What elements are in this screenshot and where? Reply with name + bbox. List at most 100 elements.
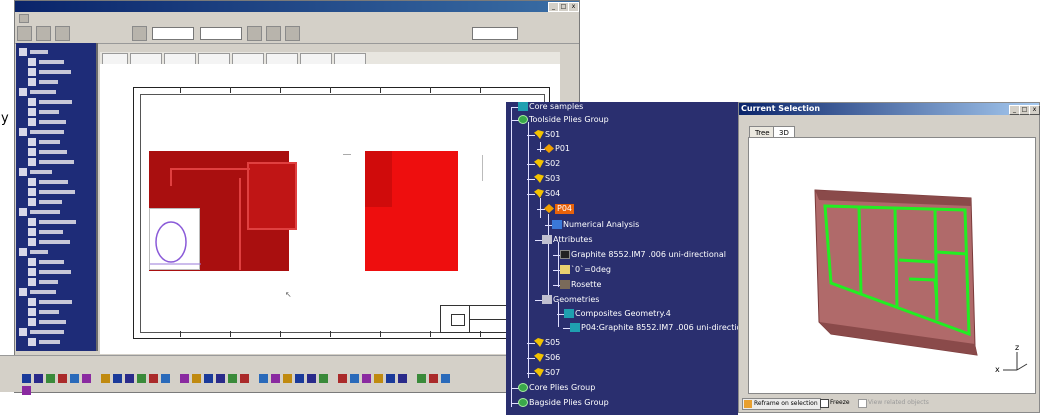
toolbar-icon[interactable]	[34, 374, 43, 383]
tree-node-material[interactable]: Graphite 8552.IM7 .006 uni-directional	[571, 250, 726, 260]
toolbar-icon[interactable]	[216, 374, 225, 383]
pen-icon[interactable]	[132, 26, 147, 41]
tree-node-geometries[interactable]: Geometries	[553, 295, 599, 305]
toolbar-icon[interactable]	[374, 374, 383, 383]
tree-node-sequence-s06[interactable]: S06	[545, 353, 560, 363]
drawing-tree-item[interactable]	[19, 87, 79, 97]
linetype-select[interactable]	[152, 27, 194, 40]
toolbar-icon[interactable]	[429, 374, 438, 383]
drawing-tree-item[interactable]	[19, 287, 79, 297]
tree-node-ply-p04[interactable]: P04	[555, 204, 575, 214]
layer-select[interactable]	[200, 27, 242, 40]
tree-node-composites-geometry[interactable]: Composites Geometry.4	[575, 309, 671, 319]
toolbar-icon[interactable]	[295, 374, 304, 383]
tree-node-rosette[interactable]: Rosette	[571, 280, 601, 290]
tree-node-core-samples[interactable]: Core samples	[529, 102, 583, 112]
drawing-tree-item[interactable]	[28, 317, 88, 327]
drawing-tree-item[interactable]	[28, 107, 88, 117]
drawing-tree-item[interactable]	[28, 77, 88, 87]
style-icon[interactable]	[285, 26, 300, 41]
tree-node-bagside-plies-group[interactable]: Bagside Plies Group	[529, 398, 609, 408]
tree-node-sequence-s02[interactable]: S02	[545, 159, 560, 169]
format-icon[interactable]	[247, 26, 262, 41]
drawing-tree-item[interactable]	[28, 147, 88, 157]
menu-icon[interactable]	[19, 14, 29, 23]
drawing-tree-item[interactable]	[28, 97, 88, 107]
drawing-tree-item[interactable]	[28, 217, 88, 227]
tree-node-numerical-analysis[interactable]: Numerical Analysis	[563, 220, 639, 230]
drawing-tree-item[interactable]	[28, 297, 88, 307]
drawing-tree-item[interactable]	[28, 197, 88, 207]
tree-node-sequence-s07[interactable]: S07	[545, 368, 560, 378]
toolbar-icon[interactable]	[82, 374, 91, 383]
drawing-tree-item[interactable]	[28, 137, 88, 147]
toolbar-icon[interactable]	[149, 374, 158, 383]
tree-node-sequence-s01[interactable]: S01	[545, 130, 560, 140]
specification-tree[interactable]: Core samples Toolside Plies Group S01 P01 S0…	[506, 102, 738, 415]
drawing-tree-item[interactable]	[28, 237, 88, 247]
drawing-tree-item[interactable]	[28, 257, 88, 267]
scale-select[interactable]	[472, 27, 518, 40]
drawing-tree-item[interactable]	[28, 117, 88, 127]
toolbar-icon[interactable]	[283, 374, 292, 383]
new-icon[interactable]	[17, 26, 32, 41]
toolbar-icon[interactable]	[137, 374, 146, 383]
toolbar-icon[interactable]	[46, 374, 55, 383]
toolbar-icon[interactable]	[161, 374, 170, 383]
drawing-tree-item[interactable]	[28, 307, 88, 317]
toolbar-icon[interactable]	[362, 374, 371, 383]
drawing-tree-item[interactable]	[19, 47, 79, 57]
3d-viewer[interactable]: z x	[748, 137, 1036, 394]
toolbar-icon[interactable]	[319, 374, 328, 383]
drawing-tree-item[interactable]	[28, 277, 88, 287]
tree-node-sequence-s05[interactable]: S05	[545, 338, 560, 348]
drawing-tree-item[interactable]	[19, 167, 79, 177]
toolbar-icon[interactable]	[338, 374, 347, 383]
drawing-tree-item[interactable]	[19, 207, 79, 217]
toolbar-icon[interactable]	[441, 374, 450, 383]
drawing-tree-item[interactable]	[28, 337, 88, 347]
align-icon[interactable]	[266, 26, 281, 41]
drawing-tree-item[interactable]	[28, 157, 88, 167]
view-related-checkbox[interactable]	[858, 399, 867, 408]
toolbar-icon[interactable]	[22, 386, 31, 395]
tree-node-attributes[interactable]: Attributes	[553, 235, 593, 245]
toolbar-icon[interactable]	[125, 374, 134, 383]
tree-node-core-plies-group[interactable]: Core Plies Group	[529, 383, 595, 393]
toolbar-icon[interactable]	[259, 374, 268, 383]
toolbar-icon[interactable]	[113, 374, 122, 383]
toolbar-icon[interactable]	[271, 374, 280, 383]
dialog-close-button[interactable]: x	[1029, 105, 1040, 115]
drawing-tree-item[interactable]	[28, 67, 88, 77]
toolbar-icon[interactable]	[386, 374, 395, 383]
drawing-tree-item[interactable]	[19, 327, 79, 337]
toolbar-icon[interactable]	[180, 374, 189, 383]
toolbar-icon[interactable]	[240, 374, 249, 383]
close-button[interactable]: x	[568, 2, 579, 12]
drawing-tree-item[interactable]	[28, 267, 88, 277]
drawing-tree-item[interactable]	[28, 227, 88, 237]
save-icon[interactable]	[55, 26, 70, 41]
toolbar-icon[interactable]	[70, 374, 79, 383]
toolbar-icon[interactable]	[350, 374, 359, 383]
drawing-tree-item[interactable]	[19, 127, 79, 137]
reframe-button[interactable]: Reframe on selection	[742, 398, 821, 410]
toolbar-icon[interactable]	[228, 374, 237, 383]
drawing-tree[interactable]	[16, 43, 98, 351]
open-icon[interactable]	[36, 26, 51, 41]
tree-node-ply-geometry[interactable]: P04:Graphite 8552.IM7 .006 uni-direction…	[581, 323, 738, 333]
tree-node-orientation[interactable]: `0`=0deg	[571, 265, 611, 275]
tree-node-toolside-plies-group[interactable]: Toolside Plies Group	[529, 115, 609, 125]
drawing-tree-item[interactable]	[19, 247, 79, 257]
drawing-tree-item[interactable]	[28, 57, 88, 67]
drawing-tree-item[interactable]	[28, 177, 88, 187]
toolbar-icon[interactable]	[417, 374, 426, 383]
freeze-checkbox[interactable]	[820, 399, 829, 408]
toolbar-icon[interactable]	[398, 374, 407, 383]
drawing-tree-item[interactable]	[28, 187, 88, 197]
toolbar-icon[interactable]	[307, 374, 316, 383]
toolbar-icon[interactable]	[204, 374, 213, 383]
tree-node-sequence-s03[interactable]: S03	[545, 174, 560, 184]
toolbar-icon[interactable]	[192, 374, 201, 383]
toolbar-icon[interactable]	[22, 374, 31, 383]
